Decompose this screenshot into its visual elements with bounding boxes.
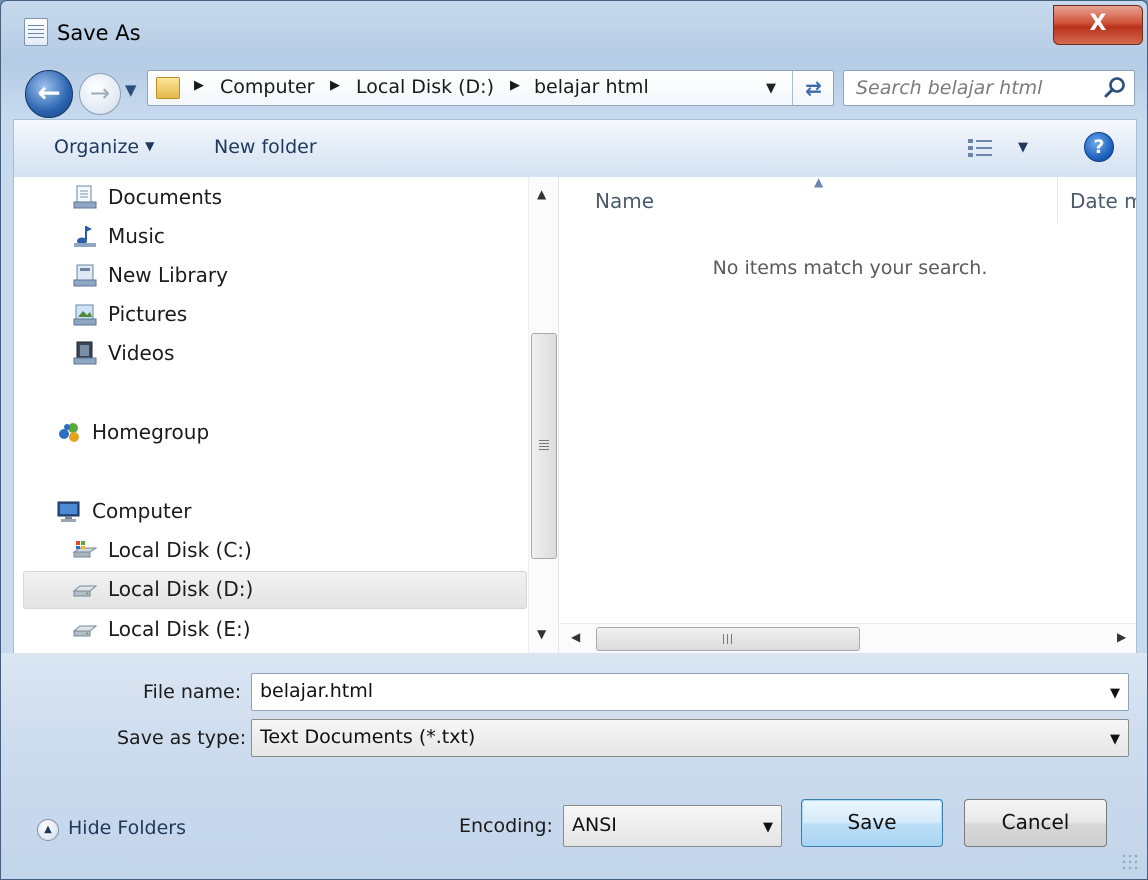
new-folder-button[interactable]: New folder: [214, 136, 317, 158]
breadcrumb-computer[interactable]: Computer: [220, 76, 314, 98]
selection-highlight: [23, 571, 527, 609]
pictures-library-icon: [73, 304, 97, 326]
save-type-value: Text Documents (*.txt): [260, 726, 476, 748]
command-bar: Organize ▼ New folder ▼ ?: [13, 119, 1137, 177]
column-divider[interactable]: [1057, 177, 1058, 223]
window-title: Save As: [57, 21, 141, 45]
search-box[interactable]: [843, 70, 1135, 106]
homegroup-icon: [59, 423, 79, 442]
hide-folders-label: Hide Folders: [68, 817, 186, 839]
save-form: File name: belajar.html ▼ Save as type: …: [1, 653, 1147, 879]
encoding-select[interactable]: ANSI ▼: [563, 805, 782, 847]
address-history-dropdown-icon[interactable]: ▼: [766, 81, 776, 96]
scroll-up-icon[interactable]: ▲: [537, 187, 546, 201]
save-as-dialog: Save As X ← → ▼ ▶ Computer ▶ Local Disk …: [0, 0, 1148, 880]
system-drive-icon: [72, 541, 98, 558]
back-arrow-icon[interactable]: ←: [25, 70, 73, 118]
file-name-label: File name:: [143, 681, 242, 703]
chevron-down-icon[interactable]: ▼: [1110, 686, 1120, 701]
grip-icon: [723, 634, 735, 644]
breadcrumb-chevron-icon[interactable]: ▶: [194, 78, 204, 93]
sidebar-item-label: Local Disk (D:): [108, 577, 254, 601]
library-icon: [73, 264, 97, 287]
chevron-down-icon: ▼: [145, 139, 155, 153]
navigation-pane[interactable]: Documents Music New Library Pictures Vid…: [13, 177, 558, 653]
scrollbar-thumb[interactable]: [596, 627, 860, 651]
close-button[interactable]: X: [1053, 5, 1143, 45]
sidebar-item-label: Local Disk (E:): [108, 617, 251, 641]
grip-icon: [539, 440, 549, 450]
sort-ascending-icon: ▲: [814, 177, 824, 189]
column-header-name[interactable]: Name: [595, 189, 654, 213]
drive-icon: [72, 625, 98, 637]
organize-label: Organize: [54, 136, 140, 158]
search-input[interactable]: [844, 71, 1094, 105]
music-library-icon: [74, 226, 96, 247]
encoding-label: Encoding:: [459, 815, 553, 837]
save-type-label: Save as type:: [117, 727, 247, 749]
horizontal-scrollbar[interactable]: ◀ ▶: [559, 623, 1136, 653]
sidebar-item-label: Videos: [108, 341, 175, 365]
sidebar-item-label: Computer: [92, 499, 192, 523]
computer-icon: [57, 501, 80, 522]
folder-icon: [156, 77, 180, 99]
save-type-select[interactable]: Text Documents (*.txt) ▼: [251, 719, 1129, 757]
sidebar-item-label: Documents: [108, 185, 223, 209]
cancel-button[interactable]: Cancel: [964, 799, 1107, 847]
breadcrumb-chevron-icon[interactable]: ▶: [510, 78, 520, 93]
chevron-down-icon[interactable]: ▼: [1110, 732, 1120, 747]
file-name-value: belajar.html: [260, 680, 373, 702]
encoding-value: ANSI: [572, 814, 617, 836]
videos-library-icon: [73, 341, 97, 365]
recent-pages-dropdown[interactable]: ▼: [125, 81, 137, 99]
sidebar-item-label: New Library: [108, 263, 228, 287]
help-icon[interactable]: ?: [1084, 132, 1114, 162]
column-header-date-modified[interactable]: Date m: [1070, 189, 1136, 213]
sidebar-item-label: Music: [108, 224, 165, 248]
scrollbar-thumb[interactable]: [531, 333, 557, 559]
drive-icon: [72, 585, 98, 597]
documents-library-icon: [73, 185, 97, 209]
address-bar[interactable]: ▶ Computer ▶ Local Disk (D:) ▶ belajar h…: [147, 70, 834, 106]
change-view-icon[interactable]: [966, 137, 996, 159]
sidebar-item-label: Pictures: [108, 302, 188, 326]
sidebar-item-label: Local Disk (C:): [108, 538, 252, 562]
chevron-up-icon: ▲: [37, 819, 59, 841]
title-bar[interactable]: Save As X: [1, 1, 1147, 61]
forward-arrow-icon[interactable]: →: [79, 73, 121, 115]
scroll-right-icon[interactable]: ▶: [1117, 630, 1126, 644]
organize-button[interactable]: Organize ▼: [54, 136, 154, 158]
empty-list-message: No items match your search.: [712, 257, 988, 279]
scroll-left-icon[interactable]: ◀: [571, 630, 580, 644]
breadcrumb-local-disk-d[interactable]: Local Disk (D:): [356, 76, 494, 98]
resize-grip-icon[interactable]: [1121, 853, 1141, 873]
file-name-field[interactable]: belajar.html ▼: [251, 673, 1129, 711]
file-list-pane[interactable]: ▲ Name Date m No items match your search…: [558, 177, 1137, 653]
breadcrumb-chevron-icon[interactable]: ▶: [330, 78, 340, 93]
sidebar-item-label: Homegroup: [92, 420, 210, 444]
search-icon[interactable]: [1102, 75, 1128, 101]
refresh-icon[interactable]: ⇄: [792, 71, 834, 105]
save-button[interactable]: Save: [801, 799, 943, 847]
view-options-dropdown-icon[interactable]: ▼: [1018, 140, 1028, 155]
vertical-scrollbar[interactable]: ▲ ▼: [528, 177, 558, 653]
chevron-down-icon[interactable]: ▼: [763, 820, 773, 835]
scroll-down-icon[interactable]: ▼: [537, 627, 546, 641]
notepad-icon: [24, 18, 48, 46]
breadcrumb-belajar-html[interactable]: belajar html: [534, 76, 649, 98]
